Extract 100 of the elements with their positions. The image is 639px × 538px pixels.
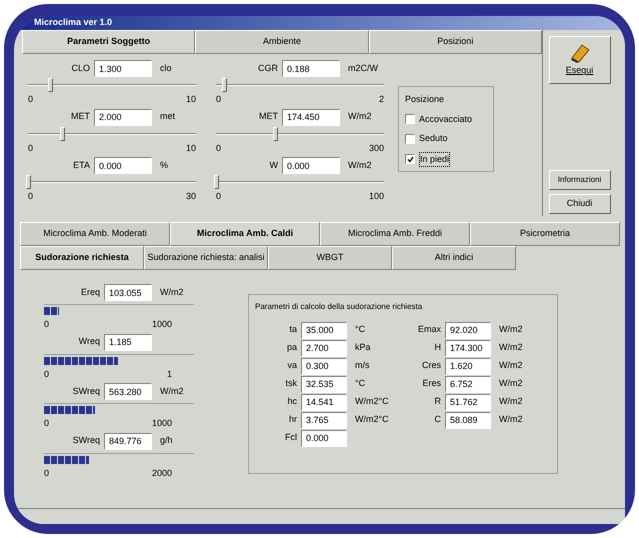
tab[interactable]: Sudorazione richiesta: analisi xyxy=(144,246,268,270)
value-field[interactable]: 92.020 xyxy=(445,322,491,338)
meter-label: SWreq xyxy=(72,384,100,398)
value-field[interactable]: 58.089 xyxy=(445,412,491,428)
value-field[interactable]: 1.300 xyxy=(94,60,152,77)
min-label: 0 xyxy=(216,93,222,106)
checkbox[interactable] xyxy=(405,114,415,124)
param-label: pa xyxy=(286,341,297,354)
unit-label: °C xyxy=(355,377,366,390)
max-label: 1000 xyxy=(152,417,172,430)
meter-label: Wreq xyxy=(78,335,100,348)
close-button[interactable]: Chiudi xyxy=(548,194,610,214)
unit-label: g/h xyxy=(160,434,173,448)
unit-label: W/m2 xyxy=(499,395,524,408)
value-field[interactable]: 0.000 xyxy=(94,157,152,174)
tab[interactable]: WBGT xyxy=(268,246,392,270)
max-label: 1000 xyxy=(152,318,172,331)
param-label: hc xyxy=(286,395,297,408)
tab[interactable]: Parametri Soggetto xyxy=(22,30,196,54)
value-field[interactable]: 6.752 xyxy=(445,376,491,392)
unit-label: W/m2°C xyxy=(355,395,390,408)
value-field[interactable]: 174.450 xyxy=(282,108,340,126)
slider-label: MET xyxy=(70,110,90,124)
value-field[interactable]: 2.700 xyxy=(301,340,347,356)
param-label: H xyxy=(434,341,441,354)
value-field[interactable]: 3.765 xyxy=(301,412,347,428)
slider-label: ETA xyxy=(72,158,90,172)
value-field[interactable]: 14.541 xyxy=(301,394,347,410)
param-label: hr xyxy=(288,413,297,426)
value-field[interactable]: 35.000 xyxy=(301,322,347,338)
value-field[interactable]: 1.620 xyxy=(445,358,491,374)
group-title: Parametri di calcolo della sudorazione richiesta xyxy=(255,301,424,313)
checkbox[interactable] xyxy=(405,154,415,164)
value-field[interactable]: 2.000 xyxy=(94,108,152,126)
unit-label: clo xyxy=(160,62,172,75)
unit-label: W/m2 xyxy=(348,110,372,124)
unit-label: W/m2 xyxy=(160,286,184,299)
value-field[interactable]: 0.188 xyxy=(282,60,340,77)
unit-label: W/m2 xyxy=(499,323,524,336)
param-label: ta xyxy=(288,323,297,336)
value-field[interactable]: 51.762 xyxy=(445,394,491,410)
tab[interactable]: Sudorazione richiesta xyxy=(20,246,144,270)
group-title: Posizione xyxy=(405,93,446,106)
slider-thumb[interactable] xyxy=(272,126,278,140)
slider-thumb[interactable] xyxy=(214,175,219,189)
unit-label: W/m2 xyxy=(499,359,524,372)
min-label: 0 xyxy=(216,142,222,154)
slider-label: CGR xyxy=(257,62,278,75)
param-label: Eres xyxy=(421,377,441,390)
unit-label: m2C/W xyxy=(348,62,378,75)
unit-label: °C xyxy=(355,323,366,336)
checkbox-label: Seduto xyxy=(419,132,448,145)
max-label: 2 xyxy=(378,93,384,106)
value-field[interactable]: 563.280 xyxy=(104,383,152,400)
tab[interactable]: Posizioni xyxy=(368,30,542,54)
unit-label: m/s xyxy=(355,359,370,372)
run-button[interactable]: Esegui xyxy=(548,36,610,84)
window-title: Microclima ver 1.0 xyxy=(34,16,112,30)
min-label: 0 xyxy=(216,190,222,203)
min-label: 0 xyxy=(28,190,34,203)
unit-label: W/m2 xyxy=(348,158,372,172)
tab[interactable]: Microclima Amb. Moderati xyxy=(20,222,170,246)
tab[interactable]: Ambiente xyxy=(195,30,369,54)
info-button[interactable]: Informazioni xyxy=(548,170,610,190)
slider-thumb[interactable] xyxy=(222,78,228,92)
unit-label: W/m2 xyxy=(499,413,524,426)
unit-label: met xyxy=(160,110,176,124)
value-field[interactable]: 1.185 xyxy=(104,334,152,350)
min-label: 0 xyxy=(44,368,50,380)
param-label: Emax xyxy=(416,323,441,336)
param-label: tsk xyxy=(284,377,297,390)
value-field[interactable]: 103.055 xyxy=(104,284,152,301)
param-label: Fcl xyxy=(284,431,297,444)
slider-thumb[interactable] xyxy=(60,126,65,140)
value-field[interactable]: 849.776 xyxy=(104,432,152,450)
unit-label: % xyxy=(160,158,168,172)
slider-thumb[interactable] xyxy=(26,175,31,189)
value-field[interactable]: 0.000 xyxy=(282,157,340,174)
value-field[interactable]: 174.300 xyxy=(445,340,491,356)
tab[interactable]: Microclima Amb. Freddi xyxy=(320,222,470,246)
slider-label: MET xyxy=(258,110,278,124)
checkbox-label: Accovacciato xyxy=(419,112,472,126)
value-field[interactable]: 32.535 xyxy=(301,376,347,392)
tab[interactable]: Microclima Amb. Caldi xyxy=(170,222,320,246)
checkbox-label: In piedi xyxy=(419,152,450,167)
max-label: 1 xyxy=(166,368,172,380)
max-label: 10 xyxy=(186,142,196,154)
slider-thumb[interactable] xyxy=(48,78,53,92)
value-field[interactable]: 0.000 xyxy=(301,430,347,446)
param-label: va xyxy=(286,359,297,372)
unit-label: W/m2 xyxy=(499,341,524,354)
unit-label: kPa xyxy=(355,341,372,354)
meter-label: SWreq xyxy=(72,434,100,448)
unit-label: W/m2°C xyxy=(355,413,390,426)
checkbox[interactable] xyxy=(405,134,415,144)
max-label: 2000 xyxy=(152,466,172,480)
tab[interactable]: Psicrometria xyxy=(470,222,620,246)
tab[interactable]: Altri indici xyxy=(392,246,516,270)
min-label: 0 xyxy=(44,417,50,430)
value-field[interactable]: 0.300 xyxy=(301,358,347,374)
